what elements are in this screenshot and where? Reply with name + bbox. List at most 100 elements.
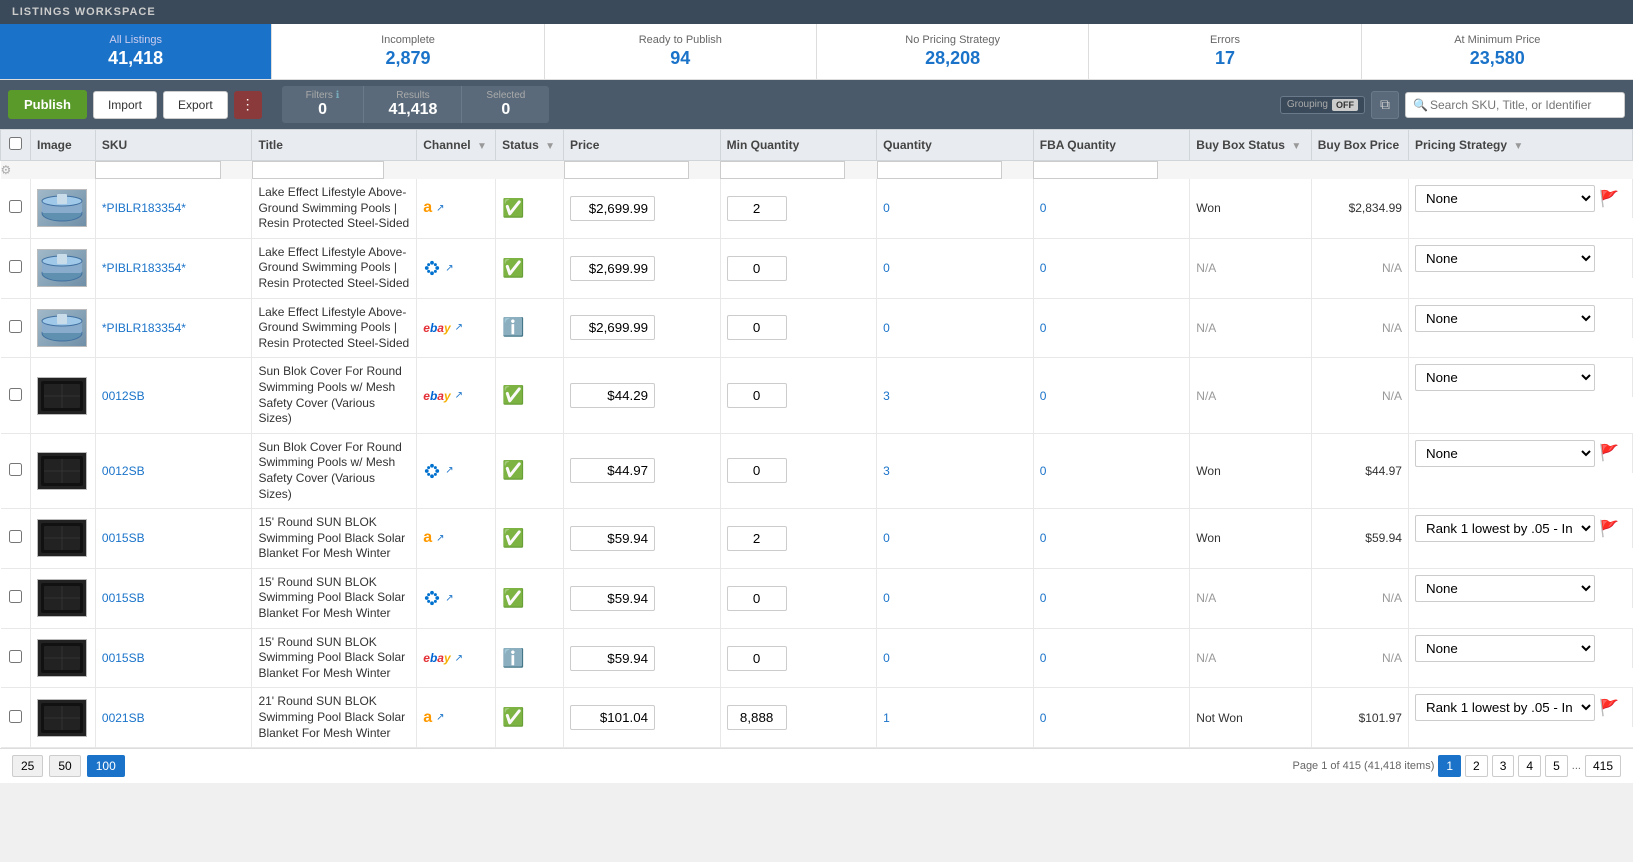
publish-button[interactable]: Publish [8,90,87,119]
row-checkbox[interactable] [9,260,22,273]
status-filter-icon[interactable]: ▼ [545,141,555,152]
sku-link[interactable]: 0012SB [102,464,145,478]
sku-link[interactable]: 0015SB [102,531,145,545]
row-image-cell [31,179,96,238]
external-link-icon[interactable]: ↗ [455,390,463,401]
external-link-icon[interactable]: ↗ [445,593,453,604]
import-button[interactable]: Import [93,91,157,119]
external-link-icon[interactable]: ↗ [455,322,463,333]
sku-link[interactable]: *PIBLR183354* [102,321,186,335]
row-quantity-cell: 0 [877,238,1034,298]
min-qty-input[interactable] [727,196,787,221]
search-input[interactable] [1405,92,1625,118]
row-minqty-cell [720,298,877,358]
page-btn-1[interactable]: 1 [1438,755,1461,777]
row-checkbox[interactable] [9,650,22,663]
price-input[interactable] [570,196,655,221]
strategy-select[interactable]: None None Rank 1 lowest by .05 - Include… [1415,364,1595,391]
title-filter-input[interactable] [252,161,384,179]
sku-filter-input[interactable] [95,161,220,179]
strategy-select[interactable]: None None Rank 1 lowest by .05 - Include… [1415,185,1595,212]
fba-filter-input[interactable] [1033,161,1158,179]
sku-link[interactable]: *PIBLR183354* [102,201,186,215]
price-input[interactable] [570,646,655,671]
external-link-icon[interactable]: ↗ [445,263,453,274]
price-input[interactable] [570,705,655,730]
copy-button[interactable]: ⧉ [1371,91,1399,119]
min-qty-input[interactable] [727,315,787,340]
min-qty-input[interactable] [727,256,787,281]
row-checkbox[interactable] [9,590,22,603]
strategy-select[interactable]: Rank 1 lowest by .05 - Include... None R… [1415,515,1595,542]
sku-link[interactable]: 0015SB [102,591,145,605]
min-qty-input[interactable] [727,705,787,730]
sku-link[interactable]: 0015SB [102,651,145,665]
strategy-select[interactable]: None None Rank 1 lowest by .05 - Include… [1415,575,1595,602]
stat-all-listings[interactable]: All Listings 41,418 [0,24,272,79]
sku-link[interactable]: 0021SB [102,711,145,725]
page-btn-last[interactable]: 415 [1585,755,1621,777]
strategy-select[interactable]: None None Rank 1 lowest by .05 - Include… [1415,305,1595,332]
stat-minprice[interactable]: At Minimum Price 23,580 [1362,24,1633,79]
stat-nopricing[interactable]: No Pricing Strategy 28,208 [817,24,1089,79]
status-active-icon: ✅ [502,528,524,548]
price-input[interactable] [570,526,655,551]
col-checkbox [1,130,31,161]
qty-filter-input[interactable] [877,161,1002,179]
row-image-cell [31,238,96,298]
page-btn-5[interactable]: 5 [1545,755,1568,777]
min-qty-input[interactable] [727,458,787,483]
row-checkbox[interactable] [9,463,22,476]
export-button[interactable]: Export [163,91,228,119]
row-checkbox[interactable] [9,200,22,213]
price-input[interactable] [570,256,655,281]
filter-qty-col [877,161,1034,180]
channel-filter-icon[interactable]: ▼ [477,141,487,152]
min-qty-input[interactable] [727,646,787,671]
stat-ready[interactable]: Ready to Publish 94 [545,24,817,79]
strategy-select[interactable]: None None Rank 1 lowest by .05 - Include… [1415,440,1595,467]
buybox-filter-icon[interactable]: ▼ [1291,141,1301,152]
filter-channel-col [417,161,496,180]
filter-gear-icon[interactable]: ⚙ [1,163,12,177]
external-link-icon[interactable]: ↗ [436,712,444,723]
page-btn-2[interactable]: 2 [1465,755,1488,777]
row-checkbox[interactable] [9,530,22,543]
min-qty-input[interactable] [727,383,787,408]
more-button[interactable]: ⋮ [234,91,262,119]
min-qty-input[interactable] [727,586,787,611]
stat-errors[interactable]: Errors 17 [1089,24,1361,79]
stat-incomplete[interactable]: Incomplete 2,879 [272,24,544,79]
price-input[interactable] [570,586,655,611]
sku-link[interactable]: 0012SB [102,389,145,403]
row-checkbox[interactable] [9,320,22,333]
price-input[interactable] [570,383,655,408]
page-btn-4[interactable]: 4 [1518,755,1541,777]
external-link-icon[interactable]: ↗ [436,203,444,214]
page-size-50[interactable]: 50 [49,755,80,777]
row-checkbox[interactable] [9,710,22,723]
price-input[interactable] [570,315,655,340]
filter-strategy-col [1408,161,1632,180]
external-link-icon[interactable]: ↗ [445,465,453,476]
page-btn-3[interactable]: 3 [1492,755,1515,777]
page-size-100[interactable]: 100 [87,755,125,777]
strategy-select[interactable]: None None Rank 1 lowest by .05 - Include… [1415,635,1595,662]
external-link-icon[interactable]: ↗ [455,653,463,664]
sku-link[interactable]: *PIBLR183354* [102,261,186,275]
minqty-filter-input[interactable] [720,161,845,179]
row-title-cell: 15' Round SUN BLOK Swimming Pool Black S… [252,509,417,569]
select-all-checkbox[interactable] [9,137,22,150]
strategy-select[interactable]: Rank 1 lowest by .05 - Include... None R… [1415,694,1595,721]
external-link-icon[interactable]: ↗ [436,533,444,544]
buybox-price-na: N/A [1382,321,1402,335]
quantity-value: 0 [883,531,890,545]
price-input[interactable] [570,458,655,483]
min-qty-input[interactable] [727,526,787,551]
page-size-25[interactable]: 25 [12,755,43,777]
row-checkbox[interactable] [9,388,22,401]
strategy-select[interactable]: None None Rank 1 lowest by .05 - Include… [1415,245,1595,272]
price-filter-input[interactable] [564,161,689,179]
strategy-filter-icon[interactable]: ▼ [1513,141,1523,152]
grouping-toggle[interactable]: Grouping OFF [1280,96,1365,114]
